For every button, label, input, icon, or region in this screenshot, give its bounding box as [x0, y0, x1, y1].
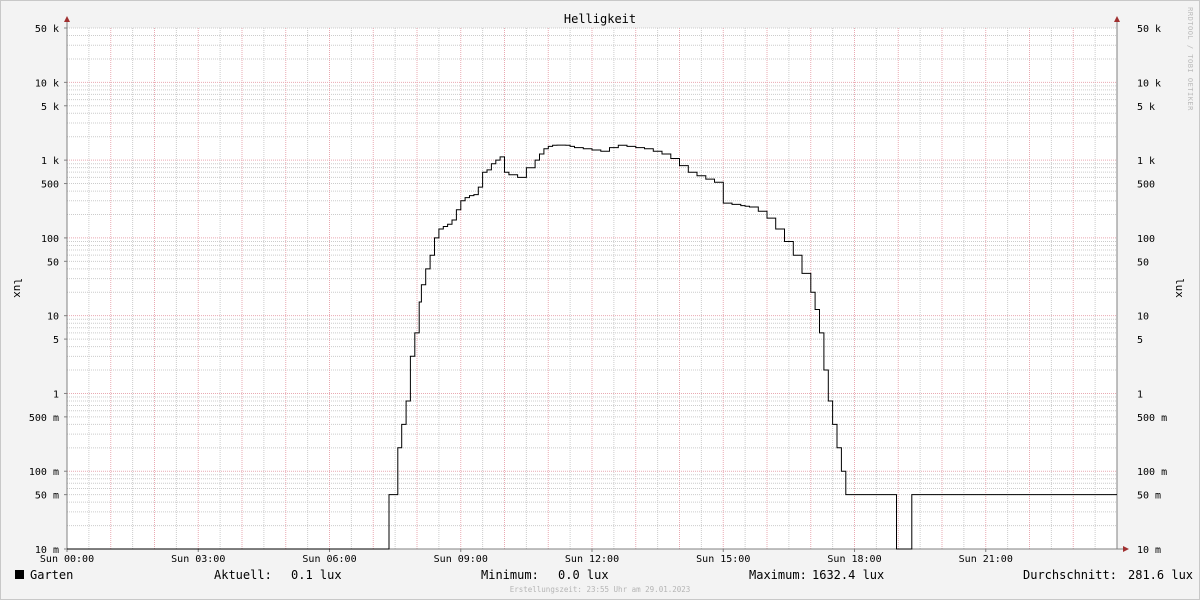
x-ticks: Sun 00:00 Sun 03:00 Sun 06:00 Sun 09:00 Sun … [40, 549, 1013, 565]
y-tick-label-left: 100 [41, 234, 59, 245]
y-tick-label-right: 50 [1137, 257, 1149, 268]
average-label: Durchschnitt: [1023, 568, 1117, 582]
legend-name: Garten [30, 568, 73, 582]
y-tick-label-right: 50 k [1137, 24, 1161, 35]
y-tick-label-left: 10 [47, 312, 59, 323]
x-tick-label: Sun 06:00 [302, 554, 356, 565]
y-tick-label-left: 5 k [41, 102, 59, 113]
y-tick-label-right: 100 m [1137, 467, 1167, 478]
y-tick-label-right: 50 m [1137, 491, 1161, 502]
y-tick-label-left: 50 m [35, 491, 59, 502]
y-tick-label-right: 10 k [1137, 78, 1161, 89]
x-tick-label: Sun 09:00 [434, 554, 488, 565]
y-tick-label-left: 500 m [29, 413, 59, 424]
y-tick-label-left: 50 [47, 257, 59, 268]
x-axis-arrow [1123, 546, 1129, 552]
minimum-label: Minimum: [481, 568, 539, 582]
aktuell-label: Aktuell: [214, 568, 272, 582]
y-tick-label-right: 100 [1137, 234, 1155, 245]
y-ticks-left: 50 k 10 k 5 k 1 k 500 100 50 10 5 1 500 m 100 m 50 m… [29, 24, 67, 556]
y-tick-label-left: 100 m [29, 467, 59, 478]
maximum-label: Maximum: [749, 568, 807, 582]
y-axis-arrow-left [64, 16, 70, 22]
chart-canvas: 50 k 10 k 5 k 1 k 500 100 50 10 5 1 500 m 100 m 50 m… [11, 7, 1194, 594]
x-tick-label: Sun 00:00 [40, 554, 94, 565]
y-tick-label-right: 10 [1137, 312, 1149, 323]
y-tick-label-right: 5 [1137, 335, 1143, 346]
y-tick-label-right: 1 k [1137, 156, 1155, 167]
y-axis-arrow-right [1114, 16, 1120, 22]
y-tick-label-left: 50 k [35, 24, 59, 35]
x-tick-label: Sun 18:00 [827, 554, 881, 565]
y-tick-label-right: 500 [1137, 180, 1155, 191]
y-axis-label-left: lux [11, 278, 24, 298]
x-tick-label: Sun 15:00 [696, 554, 750, 565]
maximum-value: 1632.4 lux [812, 568, 884, 582]
y-tick-label-left: 1 k [41, 156, 59, 167]
y-ticks-right: 50 k 10 k 5 k 1 k 500 100 50 10 5 1 500 m 100 m 50 m… [1137, 24, 1167, 556]
y-tick-label-right: 10 m [1137, 545, 1161, 556]
watermark: RRDTOOL / TOBI OETIKER [1186, 7, 1194, 111]
legend-swatch [15, 570, 24, 579]
aktuell-value: 0.1 lux [291, 568, 342, 582]
chart-title: Helligkeit [564, 12, 636, 26]
y-tick-label-left: 1 [53, 389, 59, 400]
y-tick-label-left: 5 [53, 335, 59, 346]
y-tick-label-right: 5 k [1137, 102, 1155, 113]
x-tick-label: Sun 21:00 [959, 554, 1013, 565]
minimum-value: 0.0 lux [558, 568, 609, 582]
x-tick-label: Sun 03:00 [171, 554, 225, 565]
y-axis-label-right: lux [1173, 278, 1186, 298]
y-tick-label-left: 500 [41, 180, 59, 191]
y-tick-label-left: 10 k [35, 78, 59, 89]
creation-timestamp: Erstellungszeit: 23:55 Uhr am 29.01.2023 [510, 585, 691, 594]
average-value: 281.6 lux [1128, 568, 1193, 582]
y-tick-label-right: 1 [1137, 389, 1143, 400]
y-tick-label-right: 500 m [1137, 413, 1167, 424]
x-tick-label: Sun 12:00 [565, 554, 619, 565]
